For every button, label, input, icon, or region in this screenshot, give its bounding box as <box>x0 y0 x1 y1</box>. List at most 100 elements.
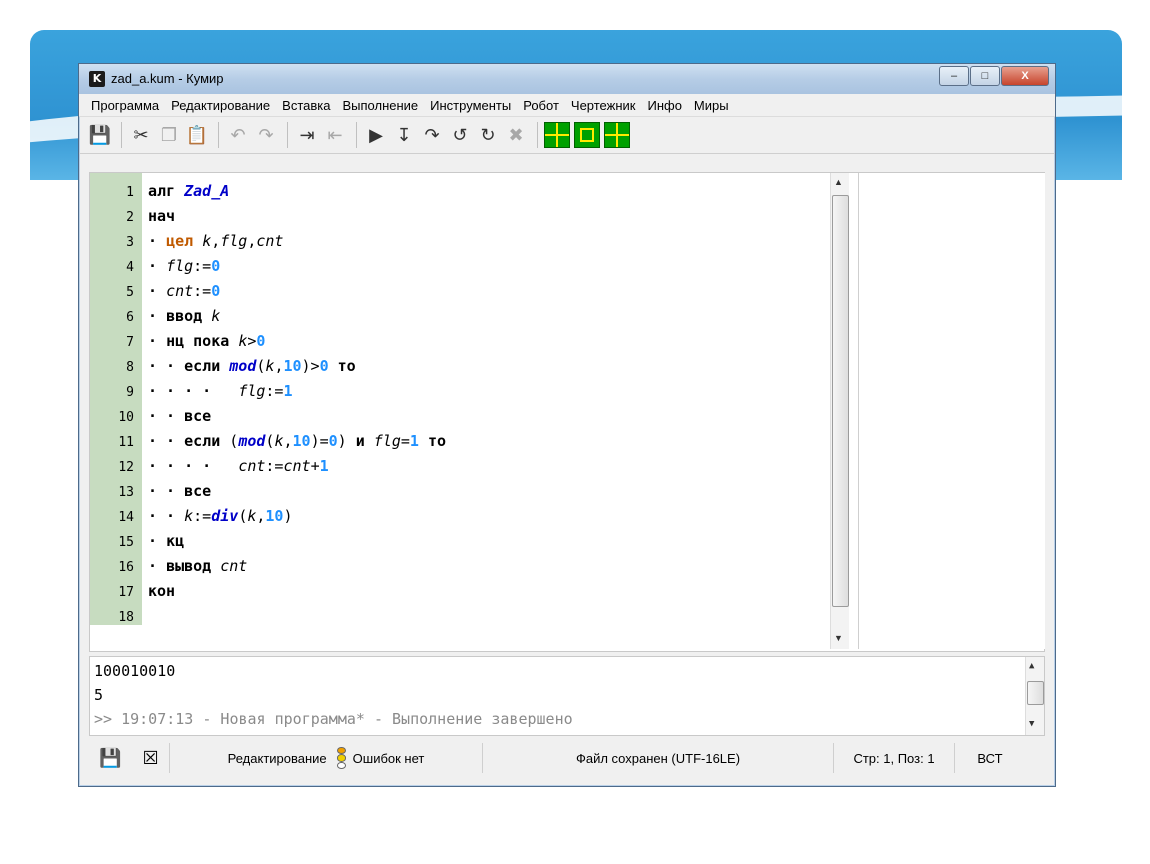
code-text[interactable]: · flg:=0 <box>148 254 220 279</box>
code-text[interactable]: · нц пока k>0 <box>148 329 265 354</box>
code-line[interactable]: 3 · цел k,flg,cnt <box>90 229 830 254</box>
console-scrollbar[interactable]: ▲ ▼ <box>1025 657 1044 735</box>
minimize-button[interactable]: – <box>939 66 969 86</box>
status-mode-cell: Редактирование Ошибок нет <box>170 743 483 773</box>
code-text[interactable]: · ввод k <box>148 304 220 329</box>
code-text[interactable]: · кц <box>148 529 184 554</box>
menu-run[interactable]: Выполнение <box>336 98 424 113</box>
code-line[interactable]: 17 кон <box>90 579 830 604</box>
code-line[interactable]: 14 · · k:=div(k,10) <box>90 504 830 529</box>
code-text[interactable]: · · · · cnt:=cnt+1 <box>148 454 329 479</box>
console-scroll-down-icon[interactable]: ▼ <box>1029 719 1034 729</box>
console-line: 100010010 <box>94 662 176 680</box>
save-status-icon: 💾 <box>99 747 122 768</box>
code-line[interactable]: 15 · кц <box>90 529 830 554</box>
code-line[interactable]: 2 нач <box>90 204 830 229</box>
line-number: 2 <box>126 210 134 225</box>
toolbar-separator <box>218 122 219 148</box>
code-text[interactable]: · · все <box>148 479 211 504</box>
save-icon[interactable]: 💾 <box>87 122 113 148</box>
scroll-up-icon[interactable]: ▲ <box>834 177 843 187</box>
line-number: 17 <box>118 585 134 600</box>
output-console[interactable]: 100010010 5 >> 19:07:13 - Новая программ… <box>89 656 1045 736</box>
code-line[interactable]: 13 · · все <box>90 479 830 504</box>
code-line[interactable]: 4 · flg:=0 <box>90 254 830 279</box>
code-text[interactable]: · · · · flg:=1 <box>148 379 293 404</box>
copy-icon[interactable]: ❐ <box>156 122 182 148</box>
code-text[interactable]: · цел k,flg,cnt <box>148 229 283 254</box>
code-text[interactable]: нач <box>148 204 175 229</box>
editor-scrollbar[interactable]: ▲ ▼ <box>830 173 849 649</box>
code-text[interactable]: кон <box>148 579 175 604</box>
code-line[interactable]: 11 · · если (mod(k,10)=0) и flg=1 то <box>90 429 830 454</box>
menu-info[interactable]: Инфо <box>641 98 687 113</box>
indent-icon[interactable]: ⇥ <box>294 122 320 148</box>
code-line[interactable]: 7 · нц пока k>0 <box>90 329 830 354</box>
cut-icon[interactable]: ✂ <box>128 122 154 148</box>
scroll-down-icon[interactable]: ▼ <box>834 633 843 643</box>
step-out-icon[interactable]: ↺ <box>447 122 473 148</box>
close-button[interactable]: X <box>1001 66 1049 86</box>
code-text[interactable]: · cnt:=0 <box>148 279 220 304</box>
line-number: 14 <box>118 510 134 525</box>
line-number: 16 <box>118 560 134 575</box>
menu-worlds[interactable]: Миры <box>688 98 735 113</box>
menu-robot[interactable]: Робот <box>517 98 565 113</box>
code-line[interactable]: 12 · · · · cnt:=cnt+1 <box>90 454 830 479</box>
checkbox-icon[interactable]: ☒ <box>143 748 159 769</box>
code-text[interactable]: · · если (mod(k,10)=0) и flg=1 то <box>148 429 446 454</box>
status-errors: Ошибок нет <box>352 750 425 766</box>
stop-icon[interactable]: ✖ <box>503 122 529 148</box>
side-panel <box>858 173 1045 649</box>
run-icon[interactable]: ▶ <box>363 122 389 148</box>
status-icons: 💾 ☒ <box>89 743 170 773</box>
code-line[interactable]: 10 · · все <box>90 404 830 429</box>
code-lines[interactable]: 1 алг Zad_A 2 нач 3 · цел k,flg,cnt 4 · flg:=0 5… <box>90 173 830 633</box>
console-scroll-up-icon[interactable]: ▲ <box>1029 661 1034 671</box>
line-number: 9 <box>126 385 134 400</box>
drawer-icon[interactable] <box>574 122 600 148</box>
code-line[interactable]: 5 · cnt:=0 <box>90 279 830 304</box>
code-line[interactable]: 18 <box>90 604 830 629</box>
step-over-icon[interactable]: ↻ <box>475 122 501 148</box>
code-editor[interactable]: 1 алг Zad_A 2 нач 3 · цел k,flg,cnt 4 · flg:=0 5… <box>89 172 1045 652</box>
toolbar: 💾 ✂ ❐ 📋 ↶ ↷ ⇥ ⇤ ▶ ↧ ↷ ↺ ↻ ✖ <box>79 117 1055 154</box>
code-line[interactable]: 9 · · · · flg:=1 <box>90 379 830 404</box>
unindent-icon[interactable]: ⇤ <box>322 122 348 148</box>
grid-icon[interactable] <box>604 122 630 148</box>
line-number: 18 <box>118 610 134 625</box>
status-mode: Редактирование <box>227 750 327 766</box>
line-number: 11 <box>118 435 134 450</box>
menu-insert[interactable]: Вставка <box>276 98 336 113</box>
menu-program[interactable]: Программа <box>85 98 165 113</box>
line-number: 13 <box>118 485 134 500</box>
status-bar: 💾 ☒ Редактирование Ошибок нет Файл сохра… <box>89 740 1043 776</box>
code-text[interactable]: · вывод cnt <box>148 554 247 579</box>
line-number: 8 <box>126 360 134 375</box>
console-scroll-thumb[interactable] <box>1027 681 1044 705</box>
step-icon[interactable]: ↧ <box>391 122 417 148</box>
maximize-button[interactable]: □ <box>970 66 1000 86</box>
toolbar-separator <box>356 122 357 148</box>
code-line[interactable]: 8 · · если mod(k,10)>0 то <box>90 354 830 379</box>
menu-tools[interactable]: Инструменты <box>424 98 517 113</box>
title-bar[interactable]: K zad_a.kum - Кумир – □ X <box>79 64 1055 94</box>
code-text[interactable]: алг Zad_A <box>148 179 229 204</box>
code-text[interactable]: · · k:=div(k,10) <box>148 504 293 529</box>
toolbar-separator <box>121 122 122 148</box>
redo-icon[interactable]: ↷ <box>253 122 279 148</box>
step-in-icon[interactable]: ↷ <box>419 122 445 148</box>
code-line[interactable]: 16 · вывод cnt <box>90 554 830 579</box>
menu-edit[interactable]: Редактирование <box>165 98 276 113</box>
menu-bar: Программа Редактирование Вставка Выполне… <box>79 94 1055 117</box>
paste-icon[interactable]: 📋 <box>184 122 210 148</box>
menu-drawer[interactable]: Чертежник <box>565 98 642 113</box>
code-line[interactable]: 6 · ввод k <box>90 304 830 329</box>
robot-icon[interactable] <box>544 122 570 148</box>
code-text[interactable]: · · все <box>148 404 211 429</box>
code-line[interactable]: 1 алг Zad_A <box>90 179 830 204</box>
kumir-app-icon: K <box>89 71 105 87</box>
editor-scroll-thumb[interactable] <box>832 195 849 607</box>
undo-icon[interactable]: ↶ <box>225 122 251 148</box>
code-text[interactable]: · · если mod(k,10)>0 то <box>148 354 356 379</box>
